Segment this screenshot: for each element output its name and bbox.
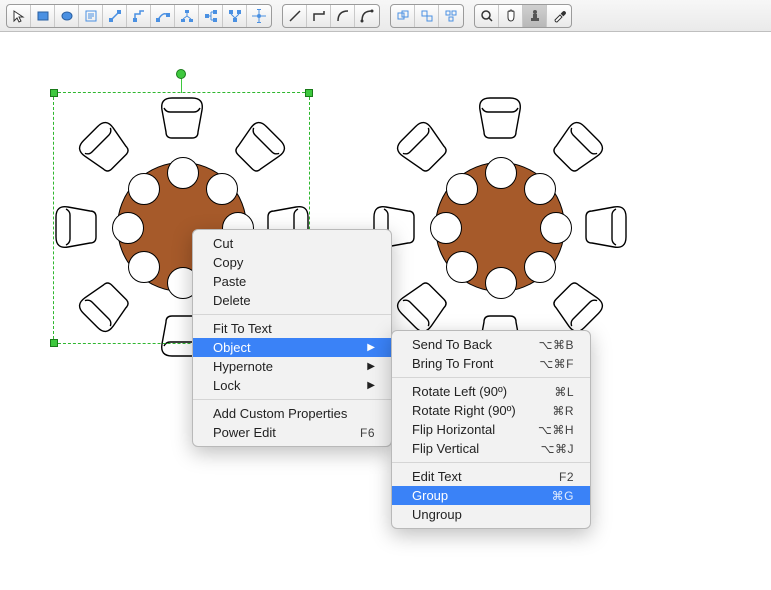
- tree-node-tool[interactable]: [175, 5, 199, 27]
- menu-separator: [392, 462, 590, 463]
- plate: [112, 212, 144, 244]
- plate: [446, 173, 478, 205]
- menu-paste[interactable]: Paste: [193, 272, 391, 291]
- menu-copy[interactable]: Copy: [193, 253, 391, 272]
- submenu-arrow-icon: ▶: [367, 342, 375, 353]
- branch-node-tool[interactable]: [223, 5, 247, 27]
- submenu-group[interactable]: Group⌘G: [392, 486, 590, 505]
- star-node-tool[interactable]: [247, 5, 271, 27]
- plate: [485, 267, 517, 299]
- toolbar: [0, 0, 771, 32]
- menu-cut[interactable]: Cut: [193, 234, 391, 253]
- elbow-line-tool[interactable]: [307, 5, 331, 27]
- plate: [524, 173, 556, 205]
- submenu-ungroup[interactable]: Ungroup: [392, 505, 590, 524]
- line-tool[interactable]: [283, 5, 307, 27]
- plate: [128, 173, 160, 205]
- chair: [582, 199, 632, 255]
- plate: [485, 157, 517, 189]
- plate: [524, 251, 556, 283]
- menu-power-edit[interactable]: Power EditF6: [193, 423, 391, 442]
- curve-line-tool[interactable]: [331, 5, 355, 27]
- eyedrop-tool[interactable]: [547, 5, 571, 27]
- tool-group-shapes: [6, 4, 272, 28]
- submenu-rotate-left[interactable]: Rotate Left (90º)⌘L: [392, 382, 590, 401]
- chair: [223, 110, 298, 185]
- pointer-tool[interactable]: [7, 5, 31, 27]
- table-top: [435, 162, 565, 292]
- chair: [541, 110, 616, 185]
- menu-hypernote[interactable]: Hypernote▶: [193, 357, 391, 376]
- object-submenu: Send To Back⌥⌘B Bring To Front⌥⌘F Rotate…: [391, 330, 591, 529]
- rotation-handle[interactable]: [176, 69, 186, 79]
- tool-group-snap: [390, 4, 464, 28]
- text-tool[interactable]: [79, 5, 103, 27]
- menu-separator: [392, 377, 590, 378]
- poly-node-tool[interactable]: [127, 5, 151, 27]
- line-node-tool[interactable]: [103, 5, 127, 27]
- stamp-tool[interactable]: [523, 5, 547, 27]
- menu-fit-to-text[interactable]: Fit To Text: [193, 319, 391, 338]
- chair: [472, 92, 528, 142]
- arc-line-tool[interactable]: [355, 5, 379, 27]
- distribute-tool[interactable]: [439, 5, 463, 27]
- plate: [167, 157, 199, 189]
- submenu-edit-text[interactable]: Edit TextF2: [392, 467, 590, 486]
- plate: [540, 212, 572, 244]
- org-node-tool[interactable]: [199, 5, 223, 27]
- submenu-arrow-icon: ▶: [367, 380, 375, 391]
- submenu-arrow-icon: ▶: [367, 361, 375, 372]
- tool-group-view: [474, 4, 572, 28]
- plate: [430, 212, 462, 244]
- snap-obj-tool[interactable]: [415, 5, 439, 27]
- chair: [50, 199, 100, 255]
- rect-tool[interactable]: [31, 5, 55, 27]
- menu-add-custom-properties[interactable]: Add Custom Properties: [193, 404, 391, 423]
- submenu-rotate-right[interactable]: Rotate Right (90º)⌘R: [392, 401, 590, 420]
- tool-group-lines: [282, 4, 380, 28]
- menu-separator: [193, 314, 391, 315]
- chair: [154, 92, 210, 142]
- plate: [446, 251, 478, 283]
- chair: [67, 270, 142, 345]
- chair: [67, 110, 142, 185]
- plate: [128, 251, 160, 283]
- menu-lock[interactable]: Lock▶: [193, 376, 391, 395]
- path-node-tool[interactable]: [151, 5, 175, 27]
- menu-object[interactable]: Object▶: [193, 338, 391, 357]
- menu-separator: [193, 399, 391, 400]
- submenu-send-to-back[interactable]: Send To Back⌥⌘B: [392, 335, 590, 354]
- submenu-flip-vertical[interactable]: Flip Vertical⌥⌘J: [392, 439, 590, 458]
- table-group[interactable]: [375, 92, 625, 362]
- menu-delete[interactable]: Delete: [193, 291, 391, 310]
- submenu-flip-horizontal[interactable]: Flip Horizontal⌥⌘H: [392, 420, 590, 439]
- snap-grid-tool[interactable]: [391, 5, 415, 27]
- zoom-tool[interactable]: [475, 5, 499, 27]
- context-menu: Cut Copy Paste Delete Fit To Text Object…: [192, 229, 392, 447]
- canvas[interactable]: Cut Copy Paste Delete Fit To Text Object…: [0, 32, 771, 590]
- submenu-bring-to-front[interactable]: Bring To Front⌥⌘F: [392, 354, 590, 373]
- pan-tool[interactable]: [499, 5, 523, 27]
- chair: [385, 110, 460, 185]
- plate: [206, 173, 238, 205]
- ellipse-tool[interactable]: [55, 5, 79, 27]
